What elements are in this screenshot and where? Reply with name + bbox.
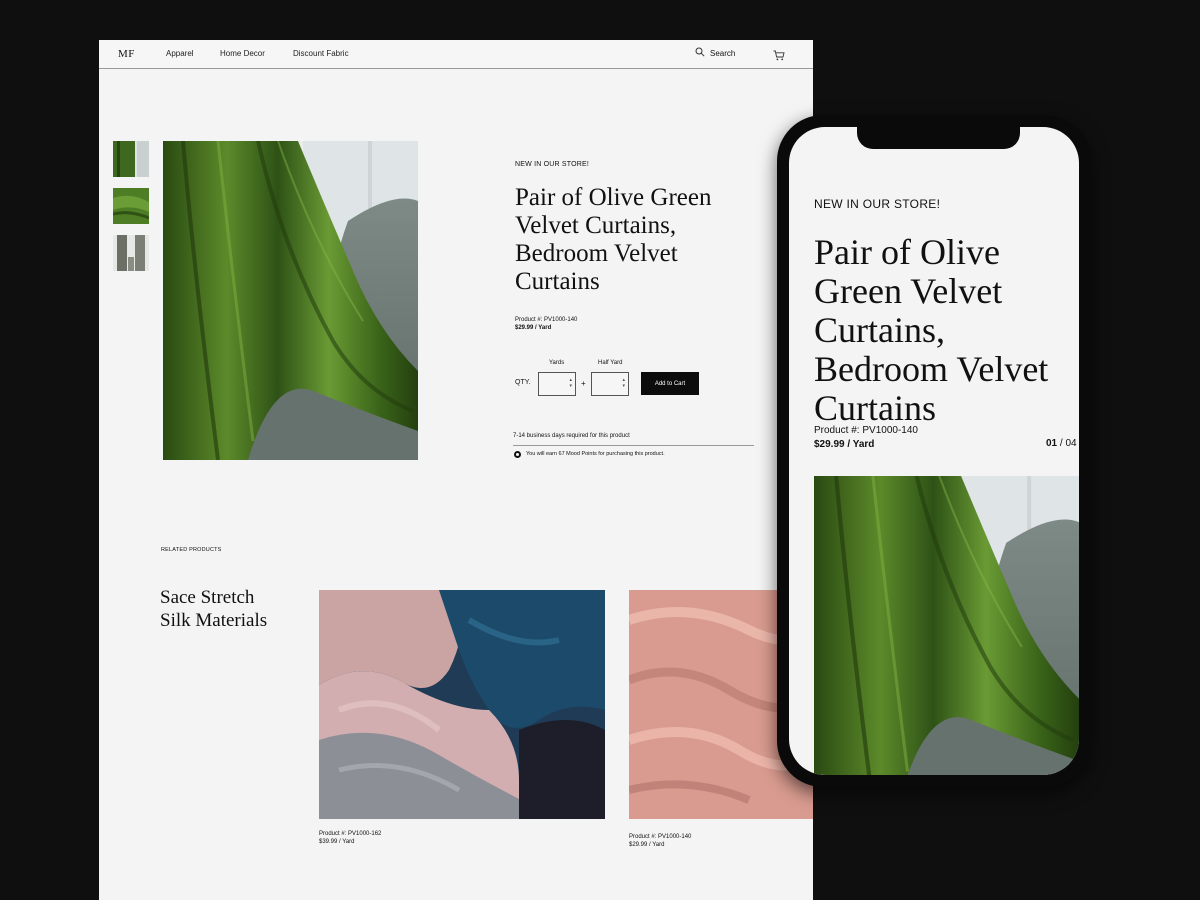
plus-sign: + <box>581 379 586 388</box>
related-product-number: Product #: PV1000-162 <box>319 831 382 837</box>
product-main-image <box>163 141 418 460</box>
half-yard-label: Half Yard <box>598 360 623 366</box>
search-button[interactable]: Search <box>695 47 735 59</box>
mobile-product-image[interactable] <box>814 476 1079 775</box>
related-product-number: Product #: PV1000-140 <box>629 834 692 840</box>
yards-label: Yards <box>549 360 565 366</box>
yards-stepper[interactable]: ▴ ▾ <box>538 372 576 396</box>
mood-points-note: You will earn 67 Mood Points for purchas… <box>526 451 665 457</box>
stepper-arrows-icon[interactable]: ▴ ▾ <box>622 377 625 389</box>
product-number: Product #: PV1000-140 <box>515 317 578 323</box>
related-products-title: Sace Stretch Silk Materials <box>160 587 268 631</box>
phone-notch <box>857 127 1020 149</box>
top-nav: MF Apparel Home Decor Discount Fabric Se… <box>99 40 813 69</box>
mobile-product-number: Product #: PV1000-140 <box>814 425 918 436</box>
add-to-cart-button[interactable]: Add to Cart <box>641 372 699 395</box>
stepper-arrows-icon[interactable]: ▴ ▾ <box>569 377 572 389</box>
search-label: Search <box>710 48 736 58</box>
divider <box>513 445 754 446</box>
related-products-label: RELATED PRODUCTS <box>161 547 222 553</box>
site-logo[interactable]: MF <box>118 48 135 60</box>
nav-link-discount-fabric[interactable]: Discount Fabric <box>293 49 349 58</box>
mobile-product-price: $29.99 / Yard <box>814 439 875 450</box>
product-thumbnail[interactable] <box>113 141 149 177</box>
qty-label: QTY. <box>515 379 531 386</box>
product-title: Pair of Olive Green Velvet Curtains, Bed… <box>515 184 712 295</box>
product-price: $29.99 / Yard <box>515 325 552 331</box>
product-thumbnail[interactable] <box>113 235 149 271</box>
nav-link-home-decor[interactable]: Home Decor <box>220 49 265 58</box>
search-icon <box>695 47 705 59</box>
pager-total: 04 <box>1065 438 1077 449</box>
pager-current: 01 <box>1046 438 1058 449</box>
related-product-price: $29.99 / Yard <box>629 842 665 848</box>
image-pager: 01 / 04 <box>1046 438 1077 449</box>
mobile-product-title: Pair of Olive Green Velvet Curtains, Bed… <box>814 232 1049 428</box>
mobile-screen: NEW IN OUR STORE! Pair of Olive Green Ve… <box>789 127 1079 775</box>
related-product-price: $39.99 / Yard <box>319 839 355 845</box>
nav-link-apparel[interactable]: Apparel <box>166 49 194 58</box>
related-product-image[interactable] <box>319 590 605 819</box>
product-eyebrow: NEW IN OUR STORE! <box>515 161 590 168</box>
product-thumbnail[interactable] <box>113 188 149 224</box>
half-yard-stepper[interactable]: ▴ ▾ <box>591 372 629 396</box>
mobile-eyebrow: NEW IN OUR STORE! <box>814 197 941 211</box>
radio-icon[interactable] <box>514 451 521 458</box>
delivery-note: 7-14 business days required for this pro… <box>513 433 630 439</box>
desktop-page: MF Apparel Home Decor Discount Fabric Se… <box>99 40 813 900</box>
cart-icon[interactable] <box>773 48 785 66</box>
mobile-device: NEW IN OUR STORE! Pair of Olive Green Ve… <box>777 115 1091 787</box>
